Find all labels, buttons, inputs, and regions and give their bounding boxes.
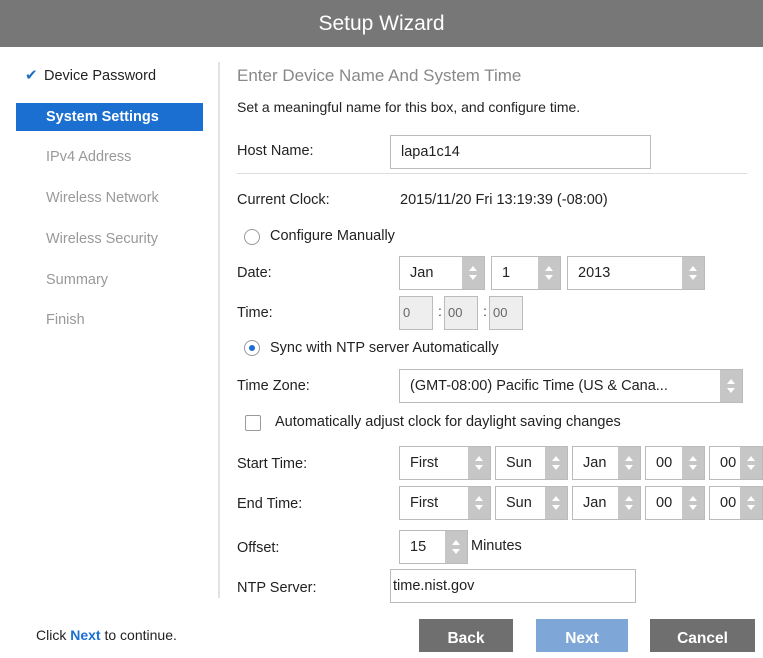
timezone-value: (GMT-08:00) Pacific Time (US & Cana...: [410, 378, 668, 394]
ntp-server-input[interactable]: time.nist.gov: [390, 569, 636, 603]
end-minute-select[interactable]: 00: [709, 486, 763, 520]
date-year-select[interactable]: 2013: [567, 256, 705, 290]
date-year-value: 2013: [578, 265, 611, 281]
nav-step-label: Wireless Security: [46, 231, 158, 247]
current-clock-label: Current Clock:: [237, 192, 330, 208]
cancel-button[interactable]: Cancel: [650, 619, 755, 652]
nav-step-ipv4-address[interactable]: IPv4 Address: [16, 143, 203, 171]
nav-step-label: Wireless Network: [46, 190, 159, 206]
stepper-arrows-icon: [682, 447, 704, 479]
ntp-server-label: NTP Server:: [237, 580, 317, 596]
date-label: Date:: [237, 265, 272, 281]
start-day-select[interactable]: Sun: [495, 446, 568, 480]
start-minute-select[interactable]: 00: [709, 446, 763, 480]
stepper-arrows-icon: [545, 487, 567, 519]
start-month-select[interactable]: Jan: [572, 446, 641, 480]
date-day-value: 1: [502, 265, 511, 281]
end-day-select[interactable]: Sun: [495, 486, 568, 520]
section-heading: Enter Device Name And System Time: [237, 66, 522, 85]
start-day-value: Sun: [506, 455, 532, 471]
offset-unit: Minutes: [471, 538, 522, 554]
stepper-arrows-icon: [740, 487, 762, 519]
end-month-value: Jan: [583, 495, 607, 511]
end-minute-value: 00: [720, 495, 737, 511]
offset-label: Offset:: [237, 540, 280, 556]
start-hour-select[interactable]: 00: [645, 446, 705, 480]
start-month-value: Jan: [583, 455, 607, 471]
stepper-arrows-icon: [682, 487, 704, 519]
nav-step-device-password[interactable]: ✔ Device Password: [16, 62, 203, 90]
stepper-arrows-icon: [545, 447, 567, 479]
start-minute-value: 00: [720, 455, 737, 471]
current-clock-value: 2015/11/20 Fri 13:19:39 (-08:00): [400, 192, 608, 208]
stepper-arrows-icon: [618, 447, 640, 479]
stepper-arrows-icon: [462, 257, 484, 289]
start-week-select[interactable]: First: [399, 446, 491, 480]
stepper-arrows-icon: [720, 370, 742, 402]
time-second-input[interactable]: 00: [489, 296, 523, 330]
stepper-arrows-icon: [445, 531, 467, 563]
host-name-label: Host Name:: [237, 143, 314, 159]
start-week-value: First: [410, 455, 439, 471]
stepper-arrows-icon: [538, 257, 560, 289]
end-week-value: First: [410, 495, 439, 511]
stepper-arrows-icon: [468, 487, 490, 519]
section-description: Set a meaningful name for this box, and …: [237, 99, 581, 115]
sync-ntp-radio[interactable]: [244, 340, 260, 356]
nav-step-wireless-network[interactable]: Wireless Network: [16, 184, 203, 212]
stepper-arrows-icon: [618, 487, 640, 519]
nav-step-label: System Settings: [46, 109, 159, 125]
end-hour-value: 00: [656, 495, 673, 511]
dst-checkbox[interactable]: [245, 415, 261, 431]
footer-hint-prefix: Click: [36, 627, 67, 643]
end-time-label: End Time:: [237, 496, 303, 512]
end-hour-select[interactable]: 00: [645, 486, 705, 520]
nav-step-label: Summary: [46, 272, 109, 288]
footer-hint: Click Next to continue.: [36, 627, 177, 643]
end-month-select[interactable]: Jan: [572, 486, 641, 520]
nav-step-summary[interactable]: Summary: [16, 266, 203, 294]
footer-hint-suffix: to continue.: [104, 627, 177, 643]
time-separator: :: [483, 303, 487, 319]
nav-step-wireless-security[interactable]: Wireless Security: [16, 225, 203, 253]
stepper-arrows-icon: [740, 447, 762, 479]
start-hour-value: 00: [656, 455, 673, 471]
sync-ntp-label: Sync with NTP server Automatically: [270, 340, 499, 356]
stepper-arrows-icon: [468, 447, 490, 479]
end-day-value: Sun: [506, 495, 532, 511]
next-button[interactable]: Next: [536, 619, 628, 652]
time-hour-input[interactable]: 0: [399, 296, 433, 330]
wizard-title: Setup Wizard: [0, 0, 763, 47]
section-divider: [237, 173, 747, 174]
nav-step-label: IPv4 Address: [46, 149, 132, 165]
date-day-select[interactable]: 1: [491, 256, 561, 290]
offset-select[interactable]: 15: [399, 530, 468, 564]
configure-manually-label: Configure Manually: [270, 228, 395, 244]
time-separator: :: [438, 303, 442, 319]
configure-manually-radio[interactable]: [244, 229, 260, 245]
nav-divider: [218, 62, 220, 598]
offset-value: 15: [410, 539, 427, 555]
stepper-arrows-icon: [682, 257, 704, 289]
nav-step-label: Device Password: [44, 68, 157, 84]
nav-step-system-settings[interactable]: System Settings: [16, 103, 203, 131]
host-name-input[interactable]: lapa1c14: [390, 135, 651, 169]
date-month-select[interactable]: Jan: [399, 256, 485, 290]
dst-label: Automatically adjust clock for daylight …: [275, 414, 621, 430]
time-label: Time:: [237, 305, 273, 321]
back-button[interactable]: Back: [419, 619, 513, 652]
start-time-label: Start Time:: [237, 456, 308, 472]
time-minute-input[interactable]: 00: [444, 296, 478, 330]
checkmark-icon: ✔: [25, 67, 38, 84]
date-month-value: Jan: [410, 265, 434, 281]
end-week-select[interactable]: First: [399, 486, 491, 520]
timezone-select[interactable]: (GMT-08:00) Pacific Time (US & Cana...: [399, 369, 743, 403]
footer-hint-link: Next: [70, 627, 101, 643]
nav-step-label: Finish: [46, 312, 85, 328]
nav-step-finish[interactable]: Finish: [16, 306, 203, 334]
timezone-label: Time Zone:: [237, 378, 310, 394]
